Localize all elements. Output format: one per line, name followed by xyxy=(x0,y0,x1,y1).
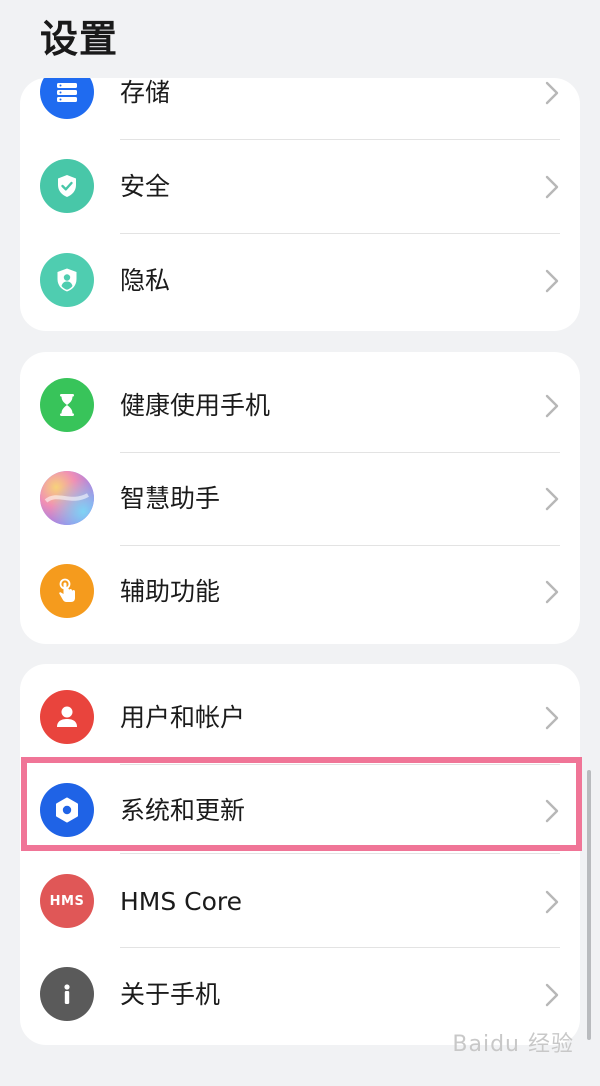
settings-group-2: 健康使用手机 智慧助手 辅助功能 xyxy=(20,352,580,644)
settings-gear-icon xyxy=(40,783,94,837)
settings-item-smart-assistant[interactable]: 智慧助手 xyxy=(20,452,580,545)
chevron-right-icon xyxy=(545,175,559,199)
settings-item-storage[interactable]: 存储 xyxy=(20,78,580,139)
settings-item-label: 关于手机 xyxy=(120,980,221,1009)
info-icon xyxy=(40,967,94,1021)
hms-icon-text: HMS xyxy=(49,893,85,909)
chevron-right-icon xyxy=(545,706,559,730)
header-bar: 设置 xyxy=(0,0,600,78)
settings-item-security[interactable]: 安全 xyxy=(20,140,580,233)
chevron-right-icon xyxy=(545,890,559,914)
hand-touch-icon xyxy=(40,564,94,618)
settings-item-label: 安全 xyxy=(120,172,171,201)
settings-item-accessibility[interactable]: 辅助功能 xyxy=(20,545,580,638)
shield-check-icon xyxy=(40,159,94,213)
page-title: 设置 xyxy=(40,17,119,61)
hourglass-icon xyxy=(40,378,94,432)
chevron-right-icon xyxy=(545,983,559,1007)
settings-item-label: 存储 xyxy=(120,78,171,107)
settings-item-hms-core[interactable]: HMS HMS Core xyxy=(20,855,580,948)
storage-icon xyxy=(40,78,94,119)
divider xyxy=(120,853,560,854)
chevron-right-icon xyxy=(545,394,559,418)
settings-item-label: 系统和更新 xyxy=(120,796,246,825)
chevron-right-icon xyxy=(545,269,559,293)
scrollbar[interactable] xyxy=(587,770,591,1040)
assistant-orb-icon xyxy=(40,471,94,525)
chevron-right-icon xyxy=(545,487,559,511)
privacy-shield-icon xyxy=(40,253,94,307)
settings-item-label: 智慧助手 xyxy=(120,484,221,513)
settings-item-system-update[interactable]: 系统和更新 xyxy=(20,764,580,857)
settings-group-1: 存储 安全 隐私 xyxy=(20,78,580,331)
watermark: Baidu 经验 xyxy=(452,1032,574,1057)
user-icon xyxy=(40,690,94,744)
settings-item-digital-balance[interactable]: 健康使用手机 xyxy=(20,359,580,452)
settings-item-users-accounts[interactable]: 用户和帐户 xyxy=(20,671,580,764)
settings-item-privacy[interactable]: 隐私 xyxy=(20,234,580,327)
settings-item-label: 辅助功能 xyxy=(120,577,221,606)
settings-group-3: 用户和帐户 系统和更新 HMS HMS Core 关于手机 xyxy=(20,664,580,1045)
settings-item-label: 健康使用手机 xyxy=(120,391,271,420)
settings-item-label: 用户和帐户 xyxy=(120,703,246,732)
settings-item-label: 隐私 xyxy=(120,266,171,295)
chevron-right-icon xyxy=(545,580,559,604)
chevron-right-icon xyxy=(545,799,559,823)
hms-icon: HMS xyxy=(40,874,94,928)
settings-item-label: HMS Core xyxy=(120,887,243,916)
chevron-right-icon xyxy=(545,81,559,105)
